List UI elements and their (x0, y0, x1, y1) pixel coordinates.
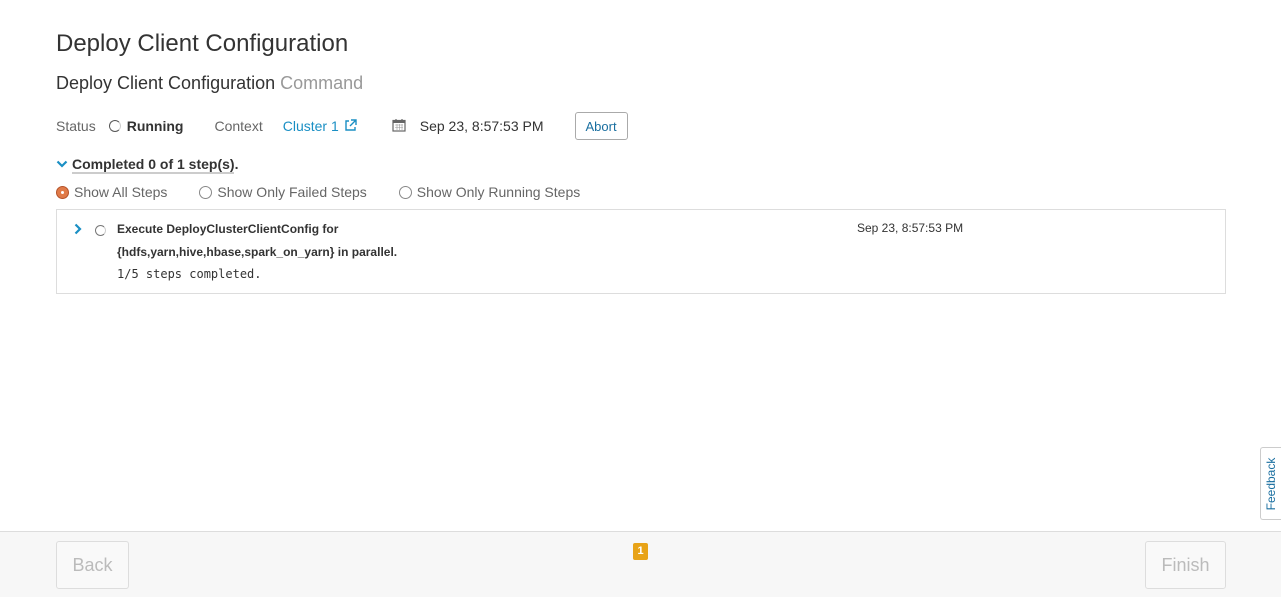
steps-progress-toggle[interactable]: Completed 0 of 1 step(s). (56, 154, 238, 174)
running-spinner-icon (108, 120, 121, 132)
finish-button[interactable]: Finish (1145, 541, 1226, 589)
filter-label: Show Only Failed Steps (217, 184, 367, 200)
feedback-label: Feedback (1264, 457, 1278, 510)
wizard-footer: Back 1 Finish (0, 531, 1281, 597)
page-number-badge: 1 (633, 543, 648, 560)
steps-list: Execute DeployClusterClientConfig for {h… (56, 209, 1226, 294)
command-name: Deploy Client Configuration (56, 73, 276, 93)
page-title: Deploy Client Configuration (56, 30, 349, 57)
chevron-right-icon[interactable] (73, 222, 83, 240)
command-suffix: Command (280, 73, 364, 93)
radio-selected-icon (56, 185, 69, 199)
context-label: Context (214, 118, 263, 134)
filter-label: Show Only Running Steps (416, 184, 581, 200)
step-title: Execute DeployClusterClientConfig for {h… (117, 222, 398, 259)
filter-running-steps[interactable]: Show Only Running Steps (398, 184, 581, 200)
step-filter-group: Show All Steps Show Only Failed Steps Sh… (56, 182, 580, 202)
radio-icon (199, 185, 213, 199)
feedback-tab[interactable]: Feedback (1260, 447, 1281, 520)
filter-all-steps[interactable]: Show All Steps (56, 184, 167, 200)
step-running-spinner-icon (95, 225, 106, 236)
context-cluster-link[interactable]: Cluster 1 (283, 118, 357, 135)
external-link-icon (344, 118, 357, 135)
filter-label: Show All Steps (74, 184, 168, 200)
chevron-down-icon (56, 156, 68, 172)
step-detail: 1/5 steps completed. (117, 267, 262, 281)
cluster-link-label: Cluster 1 (282, 117, 339, 134)
radio-icon (398, 185, 412, 199)
step-time: Sep 23, 8:57:53 PM (857, 221, 964, 235)
start-time: Sep 23, 8:57:53 PM (419, 118, 544, 134)
progress-summary: Completed 0 of 1 step(s). (72, 156, 239, 172)
command-subtitle: Deploy Client Configuration Command (56, 73, 363, 94)
back-button[interactable]: Back (56, 541, 129, 589)
status-row: Status Running Context Cluster 1 Sep 23,… (56, 112, 628, 140)
filter-failed-steps[interactable]: Show Only Failed Steps (199, 184, 367, 200)
abort-button[interactable]: Abort (574, 112, 628, 140)
status-label: Status (56, 118, 96, 134)
status-value: Running (126, 118, 184, 134)
progress-underline (72, 172, 234, 174)
calendar-icon (392, 118, 406, 135)
